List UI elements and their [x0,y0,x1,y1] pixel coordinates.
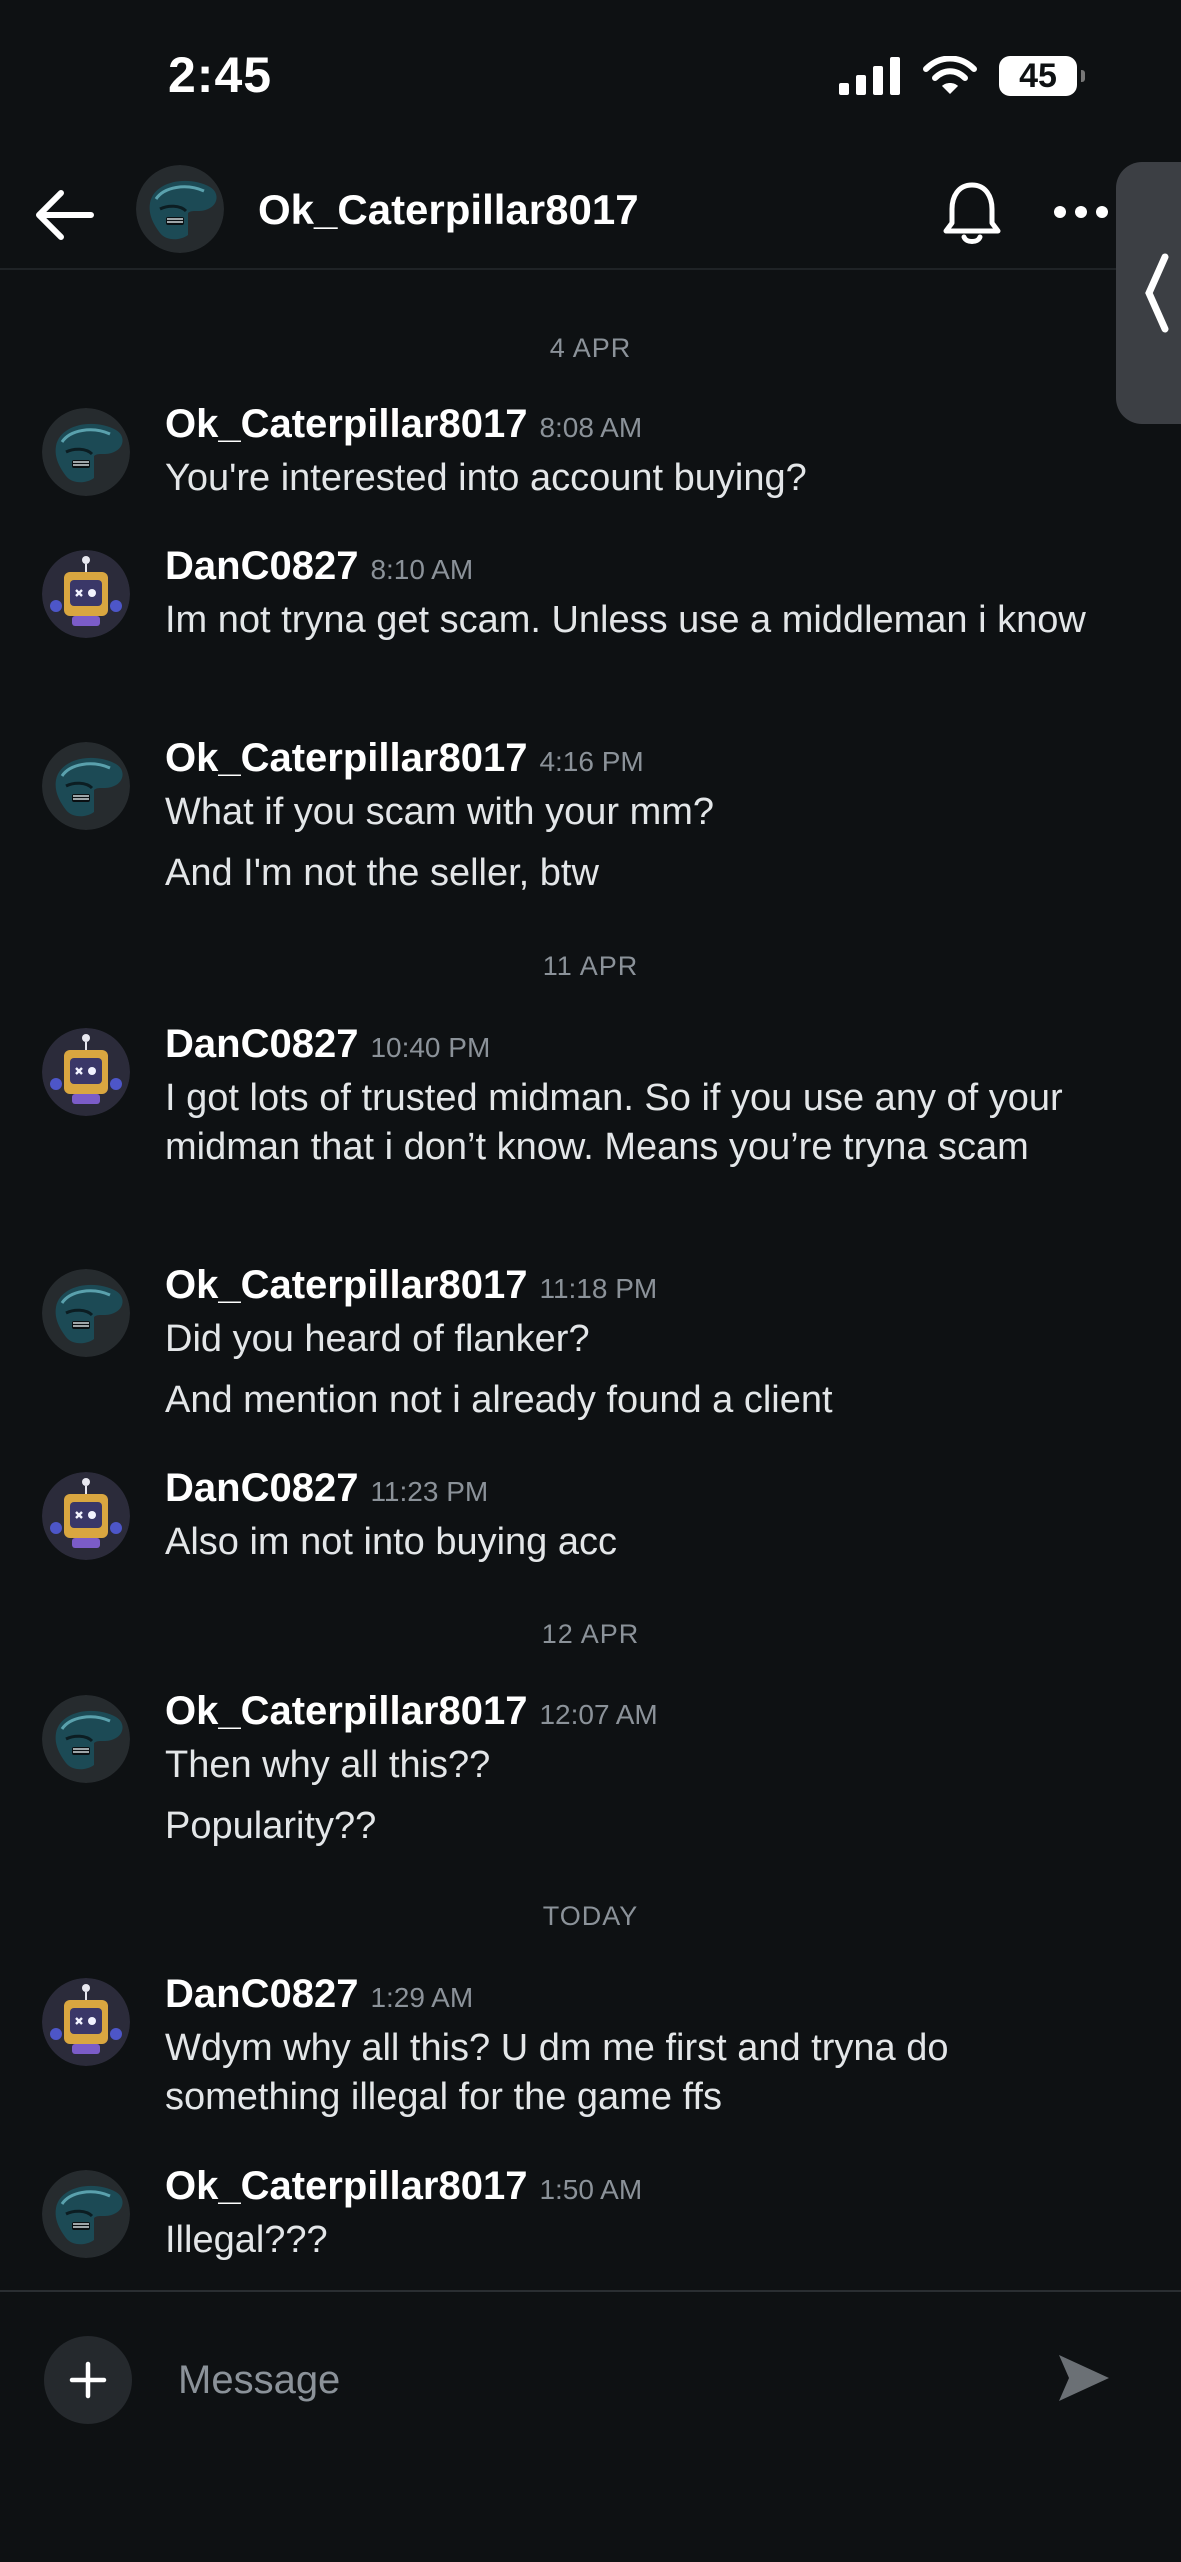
message-header: Ok_Caterpillar8017 8:08 AM [165,402,1125,454]
message-text: Then why all this?? [165,1744,491,1786]
more-options-button[interactable] [1046,182,1116,242]
message-text: Also im not into buying acc [165,1521,618,1563]
message-username[interactable]: Ok_Caterpillar8017 [165,736,527,781]
message-username[interactable]: DanC0827 [165,544,358,589]
message-body: Ok_Caterpillar8017 1:50 AM Illegal??? [165,2164,1125,2265]
user-avatar[interactable] [42,1695,130,1783]
add-attachment-button[interactable] [44,2336,132,2424]
back-button[interactable] [30,180,100,250]
conversation-title[interactable]: Ok_Caterpillar8017 [258,186,639,234]
message-header: Ok_Caterpillar8017 11:18 PM [165,1263,1125,1315]
status-time: 2:45 [168,47,273,103]
message-timestamp: 4:16 PM [539,746,644,777]
message-username[interactable]: Ok_Caterpillar8017 [165,1263,527,1308]
message-text: Did you heard of flanker? [165,1318,590,1360]
status-icons: 45 [839,56,1085,96]
user-avatar[interactable] [42,1269,130,1357]
user-avatar[interactable] [42,1028,130,1116]
message-username[interactable]: DanC0827 [165,1466,358,1511]
user-avatar[interactable] [42,742,130,830]
message-text: And mention not i already found a client [165,1379,833,1421]
message-body: DanC0827 1:29 AM Wdym why all this? U dm… [165,1972,1125,2122]
cellular-signal-icon [839,57,900,95]
chat-messages: 4 APR Ok_Caterpillar8017 8:08 AM You're … [0,270,1181,2290]
message-timestamp: 11:18 PM [539,1273,658,1304]
message-text: Wdym why all this? U dm me first and try… [165,2027,949,2118]
date-separator: 12 APR [541,1619,640,1649]
message-text: Illegal??? [165,2219,328,2261]
send-icon [1059,2355,1109,2401]
user-avatar[interactable] [42,1472,130,1560]
message-timestamp: 8:08 AM [539,412,643,443]
user-avatar[interactable] [42,1978,130,2066]
bell-icon [943,182,1001,244]
notifications-button[interactable] [936,174,1008,254]
more-icon [1054,206,1108,218]
header-avatar[interactable] [136,165,224,253]
message-body: DanC0827 11:23 PM Also im not into buyin… [165,1466,1125,1567]
message-header: Ok_Caterpillar8017 12:07 AM [165,1689,1125,1741]
date-separator: TODAY [542,1901,639,1931]
message-username[interactable]: DanC0827 [165,1022,358,1067]
user-avatar[interactable] [42,408,130,496]
message-timestamp: 12:07 AM [539,1699,658,1730]
status-bar: 2:45 45 [0,0,1181,160]
message-text: I got lots of trusted midman. So if you … [165,1077,1063,1168]
message-text: What if you scam with your mm? [165,791,715,833]
message-input[interactable] [178,2344,998,2416]
message-timestamp: 1:50 AM [539,2174,643,2205]
wifi-icon [923,56,977,94]
message-timestamp: 11:23 PM [370,1476,489,1507]
message-header: Ok_Caterpillar8017 4:16 PM [165,736,1125,788]
chat-header: Ok_Caterpillar8017 [0,160,1181,270]
battery-level: 45 [1019,56,1057,95]
message-body: Ok_Caterpillar8017 12:07 AM Then why all… [165,1689,1125,1851]
message-body: Ok_Caterpillar8017 4:16 PM What if you s… [165,736,1125,898]
date-separator: 4 APR [549,333,632,363]
message-timestamp: 1:29 AM [370,1982,474,2013]
message-timestamp: 10:40 PM [370,1032,491,1063]
message-header: DanC0827 10:40 PM [165,1022,1125,1074]
message-username[interactable]: Ok_Caterpillar8017 [165,402,527,447]
message-username[interactable]: DanC0827 [165,1972,358,2017]
message-username[interactable]: Ok_Caterpillar8017 [165,1689,527,1734]
battery-icon: 45 [999,56,1085,96]
user-avatar[interactable] [42,2170,130,2258]
date-separator: 11 APR [542,951,639,981]
message-text: Popularity?? [165,1805,377,1847]
message-header: Ok_Caterpillar8017 1:50 AM [165,2164,1125,2216]
message-body: Ok_Caterpillar8017 8:08 AM You're intere… [165,402,1125,503]
message-header: DanC0827 1:29 AM [165,1972,1125,2024]
message-body: DanC0827 8:10 AM Im not tryna get scam. … [165,544,1125,645]
send-button[interactable] [1052,2346,1116,2410]
message-header: DanC0827 11:23 PM [165,1466,1125,1518]
message-body: DanC0827 10:40 PM I got lots of trusted … [165,1022,1125,1172]
back-arrow-icon [36,190,94,240]
message-composer [0,2290,1181,2562]
message-text: You're interested into account buying? [165,457,807,499]
message-text: Im not tryna get scam. Unless use a midd… [165,599,1086,641]
plus-icon [69,2361,107,2399]
message-header: DanC0827 8:10 AM [165,544,1125,596]
user-avatar[interactable] [42,550,130,638]
message-text: And I'm not the seller, btw [165,852,599,894]
message-username[interactable]: Ok_Caterpillar8017 [165,2164,527,2209]
message-timestamp: 8:10 AM [370,554,474,585]
message-body: Ok_Caterpillar8017 11:18 PM Did you hear… [165,1263,1125,1425]
